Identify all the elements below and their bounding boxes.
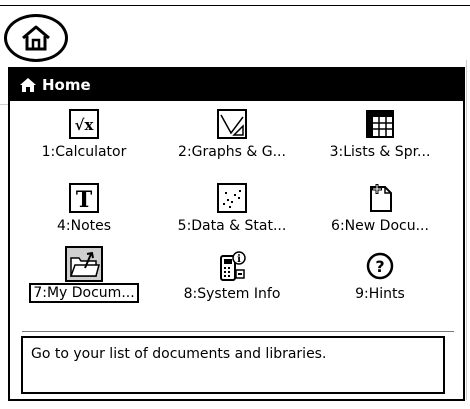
data-stats-icon	[217, 183, 247, 213]
home-icon	[22, 25, 50, 51]
menu-item-hints[interactable]: ? 9:Hints	[308, 249, 452, 303]
svg-text:?: ?	[375, 257, 384, 276]
hint-text: Go to your list of documents and librari…	[21, 336, 445, 394]
menu-item-label: 3:Lists & Spr...	[329, 144, 431, 160]
menu-item-label: 7:My Docum...	[29, 283, 139, 303]
graphs-icon	[217, 109, 247, 139]
home-button[interactable]	[4, 14, 68, 62]
divider	[22, 331, 454, 332]
menu-item-my-documents[interactable]: 7:My Docum...	[12, 246, 156, 303]
menu-item-new-document[interactable]: 6:New Docu...	[308, 181, 452, 235]
menu-item-label: 2:Graphs & G...	[178, 144, 286, 160]
new-document-icon	[370, 184, 392, 212]
menu-item-data-statistics[interactable]: 5:Data & Stat...	[160, 181, 304, 235]
hints-icon: ?	[366, 252, 394, 280]
menu-item-label: 6:New Docu...	[331, 218, 429, 234]
menu-item-label: 1:Calculator	[41, 144, 127, 160]
notes-icon: T	[69, 183, 99, 213]
spreadsheet-icon	[366, 110, 394, 138]
menu-item-calculator[interactable]: √x 1:Calculator	[12, 107, 156, 161]
svg-text:T: T	[76, 187, 93, 213]
menu-item-notes[interactable]: T 4:Notes	[12, 181, 156, 235]
menu-item-label: 9:Hints	[355, 286, 405, 302]
window-title: Home	[42, 76, 91, 94]
window-titlebar: Home	[10, 69, 463, 101]
background-line	[466, 60, 467, 400]
menu-item-system-info[interactable]: i 8:System Info	[160, 249, 304, 303]
menu-item-label: 4:Notes	[56, 218, 112, 234]
calculator-icon: √x	[69, 109, 99, 139]
menu-item-lists-spreadsheet[interactable]: 3:Lists & Spr...	[308, 107, 452, 161]
menu-item-label: 8:System Info	[183, 286, 281, 302]
top-rule	[0, 5, 470, 6]
menu-item-label: 5:Data & Stat...	[177, 218, 287, 234]
system-info-icon: i	[220, 251, 246, 281]
svg-text:i: i	[237, 254, 241, 265]
my-documents-icon	[65, 246, 103, 282]
home-menu-window: Home √x 1:Calculator 2:Graphs & G... 3:L…	[8, 67, 465, 401]
svg-text:√x: √x	[75, 116, 95, 134]
menu-item-graphs[interactable]: 2:Graphs & G...	[160, 107, 304, 161]
home-icon	[20, 78, 36, 92]
